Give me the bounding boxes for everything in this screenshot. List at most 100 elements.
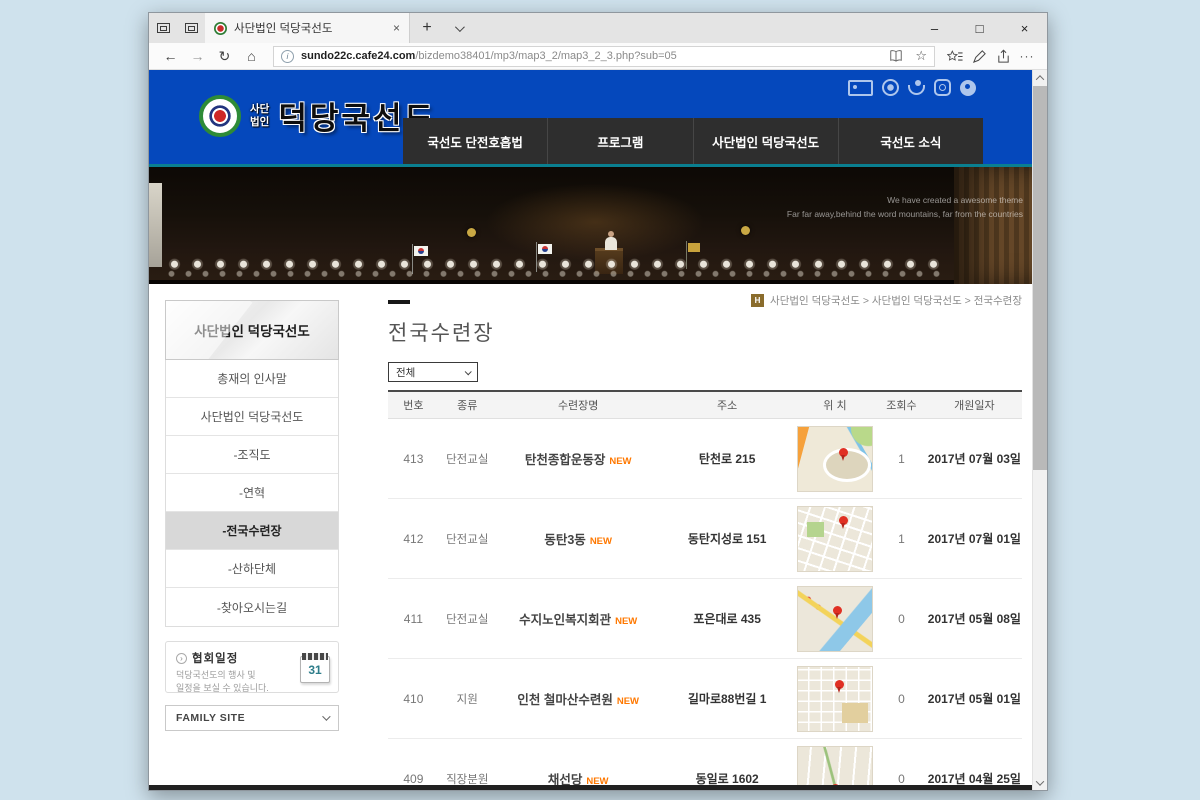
center-name[interactable]: 수지노인복지회관 — [519, 613, 611, 627]
new-tab-button[interactable]: + — [410, 13, 444, 43]
new-badge: NEW — [590, 536, 612, 547]
center-name[interactable]: 동탄3동 — [544, 533, 585, 547]
sidebar-item-orgchart[interactable]: -조직도 — [166, 436, 338, 474]
arrow-right-icon: › — [176, 653, 187, 664]
table-row[interactable]: 410 지원 인천 철마산수련원NEW 길마로88번길 1 0 2017년 05… — [388, 659, 1022, 739]
hands-icon[interactable] — [908, 85, 925, 95]
chevron-down-icon — [322, 712, 330, 720]
share-icon[interactable] — [991, 49, 1015, 64]
speaker — [605, 237, 617, 250]
badge-icon[interactable] — [882, 79, 899, 96]
browser-tab[interactable]: 사단법인 덕당국선도 × — [205, 13, 410, 43]
site-logo[interactable]: 사단 법인 덕당국선도 — [199, 93, 436, 138]
new-badge: NEW — [615, 616, 637, 627]
map-pin-icon — [839, 516, 848, 525]
stage-emblem — [467, 228, 476, 237]
filter-value: 전체 — [396, 365, 415, 380]
org-emblem-icon — [199, 95, 241, 137]
korean-flag — [414, 246, 428, 256]
url-field[interactable]: i sundo22c.cafe24.com/bizdemo38401/mp3/m… — [273, 46, 935, 67]
home-button[interactable]: ⌂ — [238, 48, 265, 64]
gallery-icon[interactable] — [848, 80, 873, 96]
annotate-pen-icon[interactable] — [967, 49, 991, 64]
refresh-button[interactable]: ↻ — [211, 48, 238, 65]
sidebar-menu: 총재의 인사말 사단법인 덕당국선도 -조직도 -연혁 -전국수련장 -산하단체… — [165, 360, 339, 627]
tab-close-icon[interactable]: × — [393, 21, 400, 35]
map-thumbnail[interactable] — [797, 586, 873, 652]
tab-list-dropdown[interactable] — [444, 13, 472, 43]
sidebar-item-affiliates[interactable]: -산하단체 — [166, 550, 338, 588]
page-scrollbar[interactable] — [1032, 70, 1047, 790]
browser-window: 사단법인 덕당국선도 × + – □ × ← → ↻ ⌂ i sundo22c.… — [148, 12, 1048, 791]
centers-table: 번호 종류 수련장명 주소 위 치 조회수 개원일자 413 단전교실 탄천종합… — [388, 390, 1022, 790]
hero-banner: We have created a awesome theme Far far … — [149, 167, 1032, 284]
site-favicon — [214, 22, 227, 35]
maximize-button[interactable]: □ — [957, 13, 1002, 43]
url-path: /bizdemo38401/mp3/map3_2/map3_2_3.php?su… — [415, 50, 676, 62]
schedule-widget[interactable]: › 협회일정 덕당국선도의 행사 및 일정을 보실 수 있습니다. 31 — [165, 641, 339, 693]
more-menu-icon[interactable]: ··· — [1015, 49, 1039, 63]
nav-item-breathing[interactable]: 국선도 단전호흡법 — [403, 118, 547, 164]
reading-view-icon[interactable] — [884, 49, 908, 63]
sidebar-item-greeting[interactable]: 총재의 인사말 — [166, 360, 338, 398]
url-domain: sundo22c.cafe24.com — [301, 50, 415, 62]
favorites-hub-icon[interactable] — [943, 49, 967, 64]
center-name[interactable]: 탄천종합운동장 — [525, 453, 606, 467]
map-pin-icon — [833, 606, 842, 615]
table-row[interactable]: 409 직장분원 채선당NEW 동일로 1602 0 2017년 04월 25일 — [388, 739, 1022, 790]
map-pin-icon — [839, 448, 848, 457]
sidebar-item-history[interactable]: -연혁 — [166, 474, 338, 512]
close-button[interactable]: × — [1002, 13, 1047, 43]
table-row[interactable]: 411 단전교실 수지노인복지회관NEW 포은대로 435 0 2017년 05… — [388, 579, 1022, 659]
hero-caption: We have created a awesome theme Far far … — [787, 193, 1023, 222]
page-title: 전국수련장 — [388, 317, 1022, 347]
tab-bar: 사단법인 덕당국선도 × + – □ × — [149, 13, 1047, 43]
scroll-up-icon[interactable] — [1033, 70, 1047, 85]
new-badge: NEW — [609, 456, 631, 467]
table-row[interactable]: 413 단전교실 탄천종합운동장NEW 탄천로 215 1 2017년 07월 … — [388, 419, 1022, 499]
web-page: 사단 법인 덕당국선도 국선도 단전호흡법 프로그램 사단법인 덕당국선도 — [149, 70, 1047, 790]
map-thumbnail[interactable] — [797, 746, 873, 791]
main-nav: 국선도 단전호흡법 프로그램 사단법인 덕당국선도 국선도 소식 — [403, 118, 983, 164]
url-text: sundo22c.cafe24.com/bizdemo38401/mp3/map… — [301, 50, 877, 62]
audience — [163, 257, 948, 281]
center-name[interactable]: 인천 철마산수련원 — [517, 693, 612, 707]
blog-icon[interactable] — [960, 80, 976, 96]
family-site-select[interactable]: FAMILY SITE — [165, 705, 339, 731]
org-type-label: 사단 법인 — [250, 103, 269, 127]
table-header: 번호 종류 수련장명 주소 위 치 조회수 개원일자 — [388, 392, 1022, 419]
chevron-down-icon — [454, 22, 464, 32]
korean-flag — [538, 244, 552, 254]
sidebar-item-centers[interactable]: -전국수련장 — [166, 512, 338, 550]
nav-item-org[interactable]: 사단법인 덕당국선도 — [693, 118, 838, 164]
main-content: H 사단법인 덕당국선도 > 사단법인 덕당국선도 > 전국수련장 사단법인 덕… — [149, 284, 1032, 790]
nav-item-news[interactable]: 국선도 소식 — [838, 118, 983, 164]
calendar-icon: 31 — [300, 653, 330, 683]
sidebar: 사단법인 덕당국선도 총재의 인사말 사단법인 덕당국선도 -조직도 -연혁 -… — [165, 300, 339, 731]
content-area: 전국수련장 전체 번호 종류 수련장명 주소 위 치 조회수 — [388, 300, 1022, 790]
map-thumbnail[interactable] — [797, 666, 873, 732]
nav-item-program[interactable]: 프로그램 — [547, 118, 692, 164]
sidebar-item-directions[interactable]: -찾아오시는길 — [166, 588, 338, 626]
instagram-icon[interactable] — [934, 79, 951, 96]
family-site-label: FAMILY SITE — [176, 712, 245, 724]
add-favorite-icon[interactable]: ☆ — [915, 48, 927, 64]
scrollbar-thumb[interactable] — [1033, 86, 1047, 470]
scroll-down-icon[interactable] — [1033, 775, 1047, 790]
footer-edge — [149, 785, 1032, 790]
address-bar: ← → ↻ ⌂ i sundo22c.cafe24.com/bizdemo384… — [149, 43, 1047, 70]
sidebar-title: 사단법인 덕당국선도 — [165, 300, 339, 360]
new-badge: NEW — [617, 696, 639, 707]
map-thumbnail[interactable] — [797, 426, 873, 492]
table-row[interactable]: 412 단전교실 동탄3동NEW 동탄지성로 151 1 2017년 07월 0… — [388, 499, 1022, 579]
forward-button[interactable]: → — [184, 48, 211, 64]
set-tabs-aside-icon[interactable] — [177, 13, 205, 43]
map-thumbnail[interactable] — [797, 506, 873, 572]
site-info-icon[interactable]: i — [281, 50, 294, 63]
sidebar-item-org[interactable]: 사단법인 덕당국선도 — [166, 398, 338, 436]
category-filter-select[interactable]: 전체 — [388, 362, 478, 382]
title-dash — [388, 300, 410, 304]
tab-preview-icon[interactable] — [149, 13, 177, 43]
minimize-button[interactable]: – — [912, 13, 957, 43]
back-button[interactable]: ← — [157, 48, 184, 64]
